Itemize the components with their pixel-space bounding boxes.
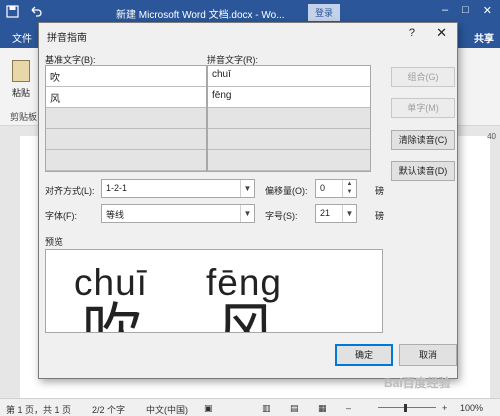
ruby-text-field (208, 108, 370, 129)
ruby-text-field[interactable]: fēng (208, 87, 370, 108)
save-icon[interactable] (6, 5, 19, 18)
window-controls: – □ ✕ (442, 4, 492, 17)
clipboard-group-label: 剪贴板 (10, 112, 38, 122)
undo-icon[interactable] (29, 5, 42, 18)
share-button[interactable]: 共享 (474, 30, 494, 45)
ruby-text-field (208, 150, 370, 171)
ruby-text-field (208, 129, 370, 150)
close-window-icon[interactable]: ✕ (483, 4, 492, 17)
chevron-down-icon: ▼ (240, 180, 254, 197)
alignment-value: 1-2-1 (106, 183, 128, 193)
status-bar: 第 1 页，共 1 页 2/2 个字 中文(中国) ▣ ▥ ▤ ▦ – + 10… (0, 398, 500, 416)
chevron-down-icon: ▼ (240, 205, 254, 222)
size-value: 21 (320, 208, 331, 218)
preview-label: 预览 (45, 237, 64, 247)
zoom-slider[interactable] (378, 407, 436, 408)
alignment-label: 对齐方式(L): (45, 186, 95, 196)
preview-base-1: 吹 (82, 297, 142, 333)
ruby-text-list: chuī fēng (207, 65, 371, 172)
print-layout-icon[interactable]: ▤ (290, 403, 299, 414)
word-count[interactable]: 2/2 个字 (92, 403, 125, 416)
zoom-in-icon[interactable]: + (442, 403, 447, 413)
window-title: 新建 Microsoft Word 文档.docx - Wo... (116, 10, 285, 21)
preview-base-2: 风 (216, 297, 276, 333)
size-unit: 磅 (375, 211, 385, 221)
font-value: 等线 (106, 210, 125, 220)
base-text-field (46, 129, 206, 150)
web-layout-icon[interactable]: ▦ (318, 403, 327, 414)
quick-access-toolbar (6, 5, 42, 18)
base-text-field (46, 108, 206, 129)
base-text-list: 吹 风 (45, 65, 207, 172)
proofing-icon[interactable]: ▣ (204, 403, 213, 414)
read-mode-icon[interactable]: ▥ (262, 403, 271, 414)
offset-value: 0 (320, 183, 326, 193)
chevron-down-icon: ▼ (342, 205, 356, 222)
ok-button[interactable]: 确定 (335, 344, 393, 366)
help-icon[interactable]: ? (409, 27, 415, 39)
maximize-icon[interactable]: □ (462, 4, 469, 17)
minimize-icon[interactable]: – (442, 4, 448, 17)
base-text-field[interactable]: 吹 (46, 66, 206, 87)
phonetic-guide-dialog: 拼音指南 ? ✕ 基准文字(B): 拼音文字(R): 吹 风 chuī fēng… (38, 22, 458, 379)
ruler-number: 40 (487, 132, 496, 141)
size-select[interactable]: 21 ▼ (315, 204, 357, 223)
tab-file[interactable]: 文件 (12, 30, 32, 45)
close-icon[interactable]: ✕ (436, 25, 447, 41)
zoom-level[interactable]: 100% (460, 403, 483, 413)
mono-button[interactable]: 单字(M) (391, 98, 455, 118)
alignment-select[interactable]: 1-2-1 ▼ (101, 179, 255, 198)
offset-unit: 磅 (375, 186, 385, 196)
default-reading-button[interactable]: 默认读音(D) (391, 161, 455, 181)
paste-icon[interactable] (12, 60, 30, 82)
offset-label: 偏移量(O): (265, 186, 308, 196)
watermark: Bai百度经验 (384, 376, 451, 390)
offset-spinner[interactable]: 0 ▲ ▼ (315, 179, 357, 198)
language-status[interactable]: 中文(中国) (146, 403, 188, 416)
base-text-field (46, 150, 206, 171)
spinner-arrows-icon[interactable]: ▲ ▼ (342, 180, 356, 197)
font-select[interactable]: 等线 ▼ (101, 204, 255, 223)
clear-reading-button[interactable]: 清除读音(C) (391, 130, 455, 150)
preview-box: chuī fēng 吹 风 (45, 249, 383, 333)
group-button[interactable]: 组合(G) (391, 67, 455, 87)
size-label: 字号(S): (265, 211, 298, 221)
font-label: 字体(F): (45, 211, 77, 221)
paste-label[interactable]: 粘贴 (12, 86, 30, 99)
login-button[interactable]: 登录 (308, 4, 341, 21)
base-text-field[interactable]: 风 (46, 87, 206, 108)
ruby-text-field[interactable]: chuī (208, 66, 370, 87)
zoom-out-icon[interactable]: – (346, 403, 351, 413)
page-count[interactable]: 第 1 页，共 1 页 (6, 403, 71, 416)
dialog-title: 拼音指南 (47, 33, 87, 44)
word-title-bar: 新建 Microsoft Word 文档.docx - Wo... 登录 – □… (0, 0, 500, 24)
cancel-button[interactable]: 取消 (399, 344, 457, 366)
zoom-slider-thumb[interactable] (404, 404, 407, 412)
